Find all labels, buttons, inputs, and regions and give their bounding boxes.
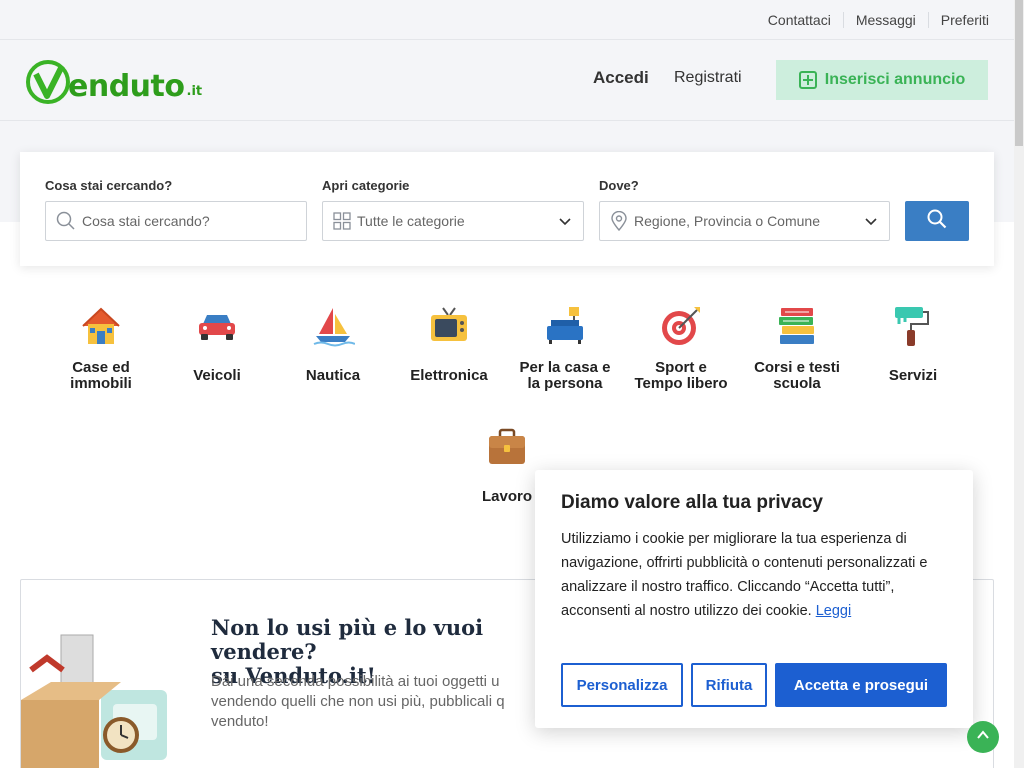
location-select[interactable]: Regione, Provincia o Comune [599,201,890,241]
messages-link[interactable]: Messaggi [842,12,928,28]
contact-link[interactable]: Contattaci [756,12,843,28]
category-label: Elettronica [410,367,488,384]
logo-check-icon [26,60,70,104]
category-label: Veicoli [193,367,241,384]
site-logo[interactable]: enduto .it [26,58,202,104]
register-link[interactable]: Registrati [674,69,742,87]
category-veicoli[interactable]: Veicoli [159,304,275,384]
category-value: Tutte le categorie [357,213,465,229]
tv-icon [427,304,471,348]
where-label: Dove? [599,178,639,193]
location-value: Regione, Provincia o Comune [634,213,820,229]
header: enduto .it Accedi Registrati Inserisci a… [0,40,1014,121]
search-button[interactable] [905,201,969,241]
search-input[interactable]: Cosa stai cercando? [45,201,307,241]
category-casa-persona[interactable]: Per la casa e la persona [507,304,623,392]
plus-square-icon [798,71,817,89]
books-icon [775,304,819,348]
search-icon [927,209,947,234]
category-label: Nautica [305,367,361,384]
category-nautica[interactable]: Nautica [275,304,391,384]
boxes-illustration [21,630,171,768]
chevron-down-icon [559,214,571,230]
category-label: Per la casa e la persona [519,359,611,392]
favorites-link[interactable]: Preferiti [927,12,989,28]
chevron-down-icon [865,214,877,230]
what-label: Cosa stai cercando? [45,178,173,193]
read-more-link[interactable]: Leggi [816,603,851,619]
house-icon [79,304,123,348]
grid-icon [333,212,351,230]
cookie-title: Diamo valore alla tua privacy [561,492,823,513]
category-label: Servizi [888,367,938,384]
search-panel: Cosa stai cercando? Cosa stai cercando? … [20,152,994,266]
page-scrollbar[interactable] [1014,0,1024,768]
customize-button[interactable]: Personalizza [561,663,683,707]
add-listing-label: Inserisci annuncio [824,71,966,88]
reject-button[interactable]: Rifiuta [691,663,767,707]
promo-text: Dài una seconda possibilità ai tuoi ogge… [211,673,505,730]
category-corsi[interactable]: Corsi e testi scuola [739,304,855,392]
sofa-icon [543,304,587,348]
category-sport[interactable]: Sport e Tempo libero [623,304,739,392]
target-icon [659,304,703,348]
logo-tld: .it [186,84,203,99]
cookie-consent-dialog: Diamo valore alla tua privacy Utilizziam… [535,470,973,728]
category-label: Apri categorie [322,178,410,193]
category-case[interactable]: Case ed immobili [43,304,159,392]
accept-button[interactable]: Accetta e prosegui [775,663,947,707]
back-to-top-button[interactable] [967,721,999,753]
scrollbar-thumb[interactable] [1015,0,1023,146]
category-elettronica[interactable]: Elettronica [391,304,507,384]
category-label: Case ed immobili [70,359,132,392]
car-icon [195,304,239,348]
map-pin-icon [610,211,628,231]
category-label: Sport e Tempo libero [634,359,728,392]
chevron-up-icon [976,728,990,747]
category-select[interactable]: Tutte le categorie [322,201,584,241]
login-link[interactable]: Accedi [593,68,649,88]
search-placeholder: Cosa stai cercando? [82,213,210,229]
top-links: Contattaci Messaggi Preferiti [756,0,989,40]
category-label: Corsi e testi scuola [754,359,840,392]
paint-roller-icon [891,304,935,348]
cookie-text: Utilizziamo i cookie per migliorare la t… [561,531,928,619]
sailboat-icon [311,304,356,348]
add-listing-button[interactable]: Inserisci annuncio [776,60,988,100]
category-servizi[interactable]: Servizi [855,304,971,384]
logo-text: enduto [68,69,185,104]
briefcase-icon [485,425,529,469]
search-icon [56,211,76,231]
top-bar: Contattaci Messaggi Preferiti [0,0,1014,40]
